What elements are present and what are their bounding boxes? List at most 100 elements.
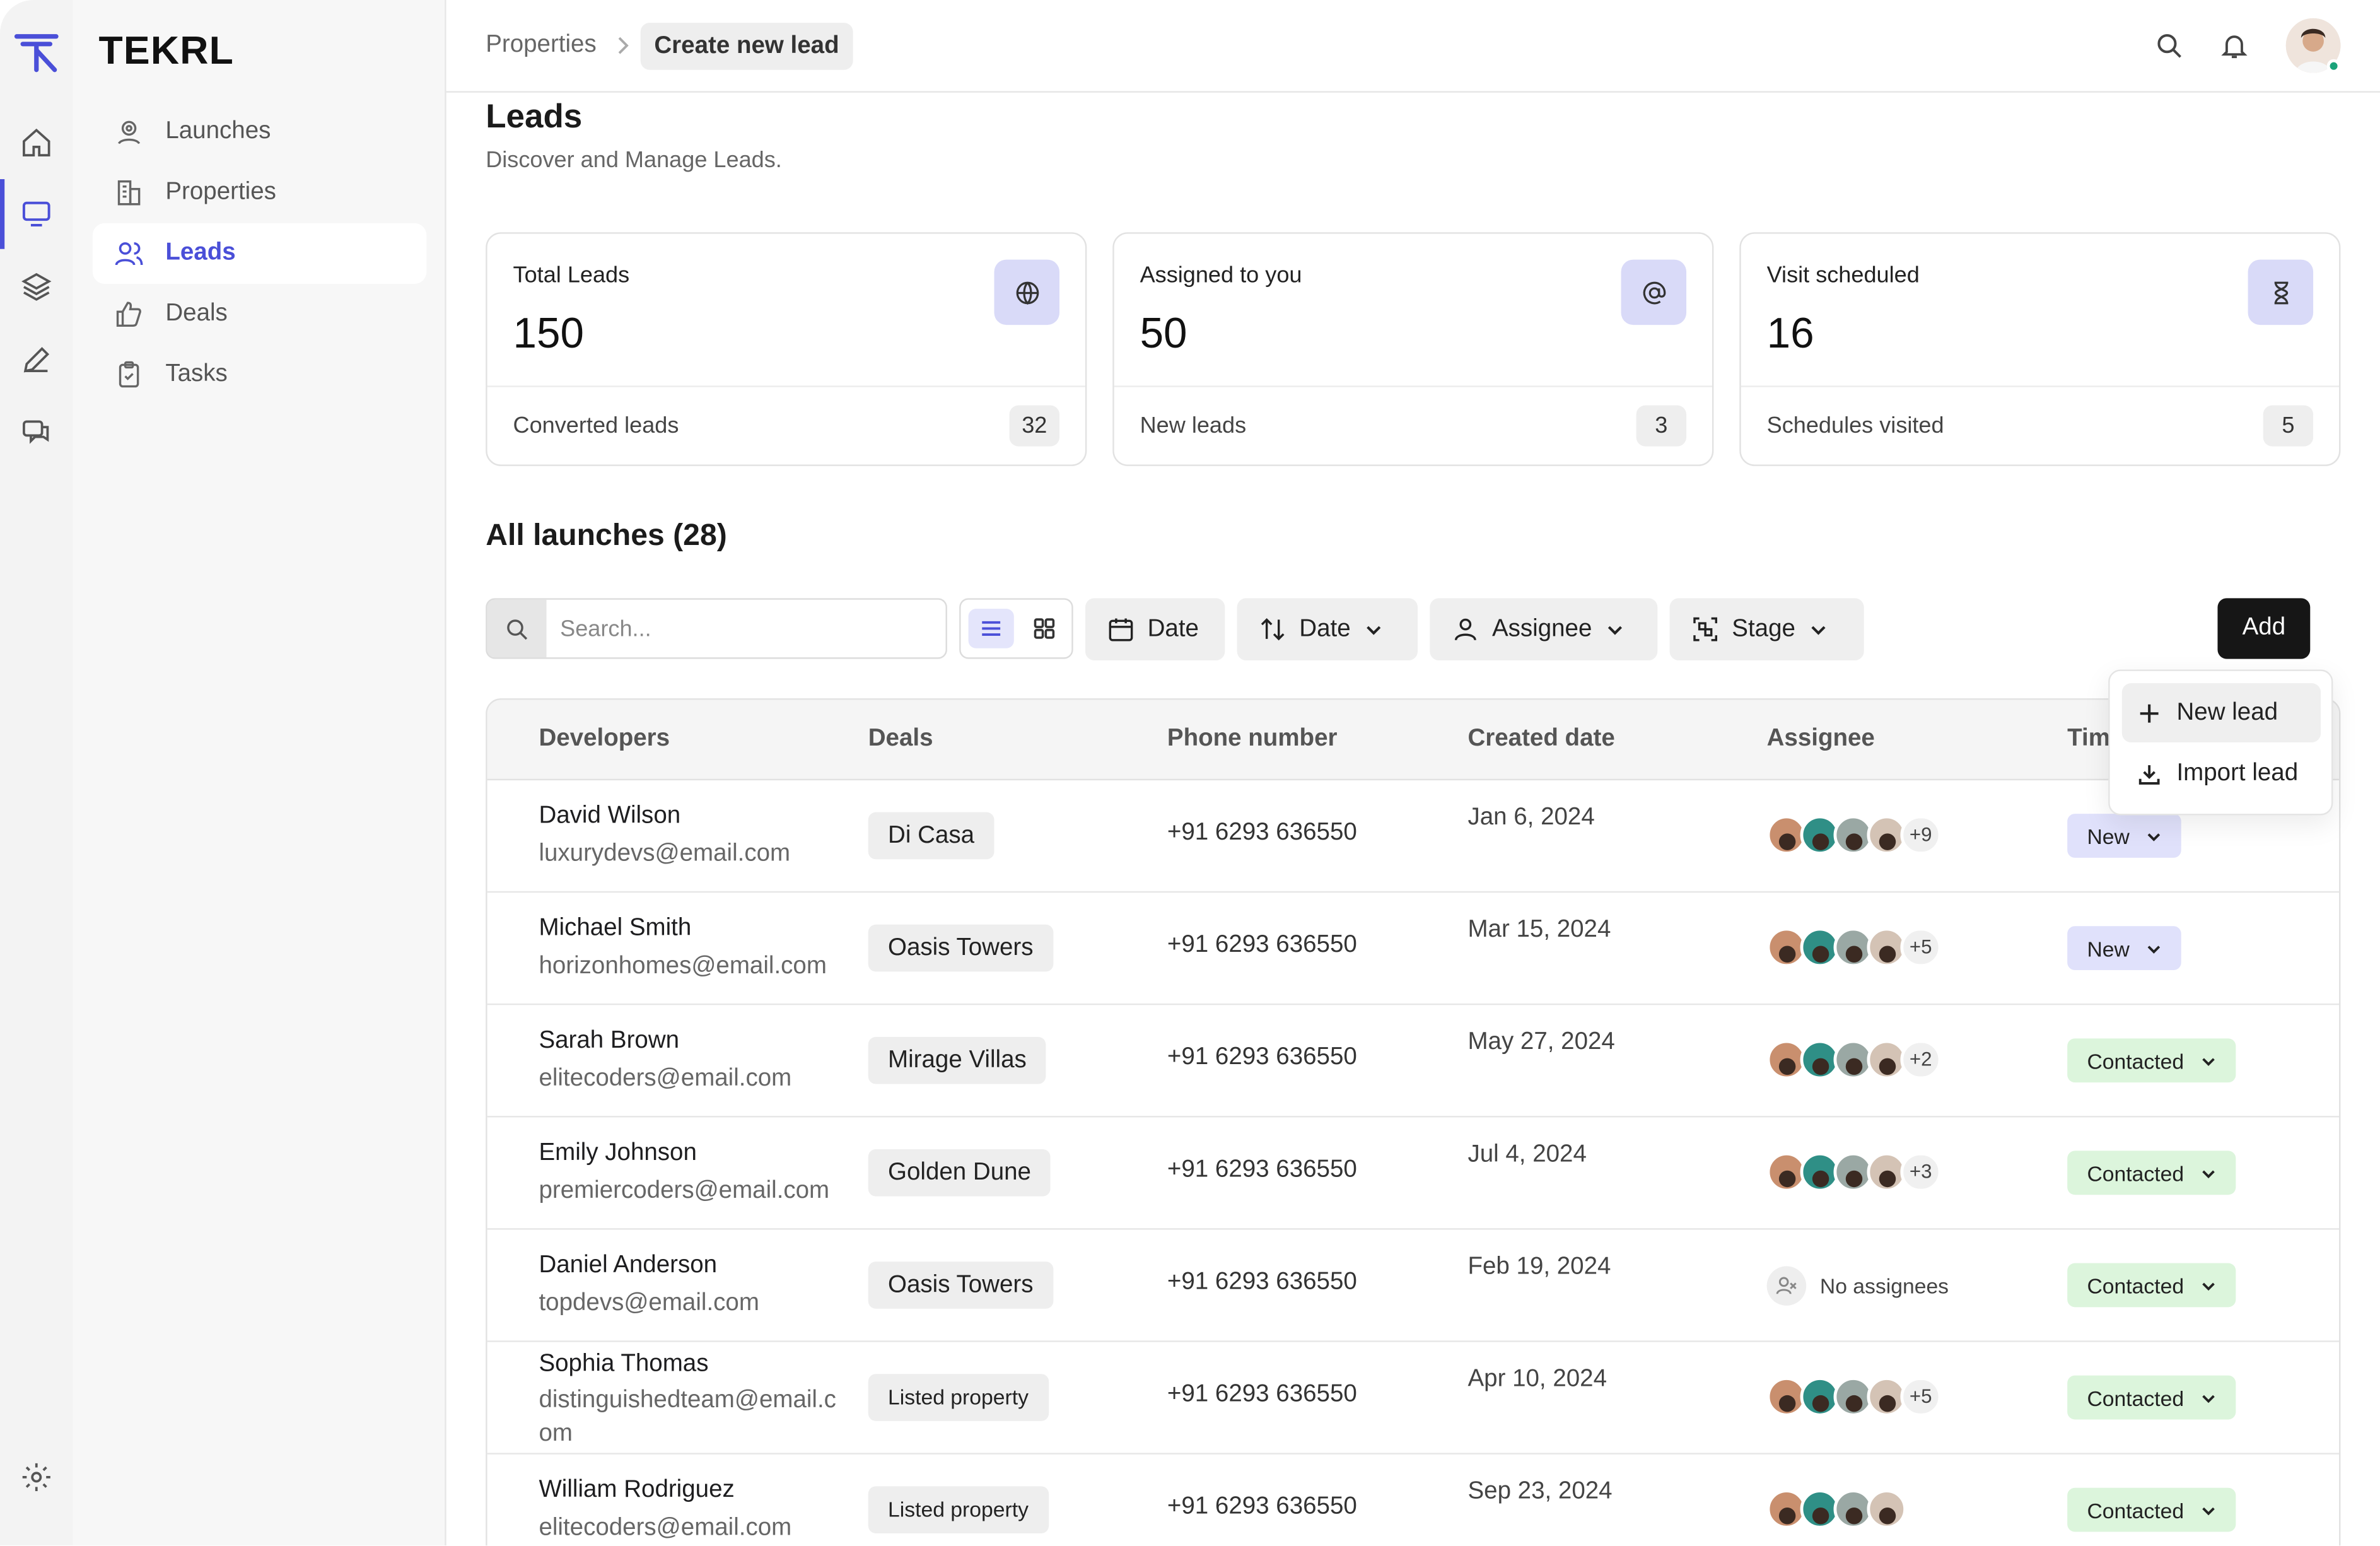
stage-dropdown[interactable]: Contacted <box>2067 1038 2236 1083</box>
chevron-down-icon <box>2202 1057 2215 1065</box>
table-row[interactable]: Michael Smith horizonhomes@email.com Oasis… <box>487 893 2340 1005</box>
column-header[interactable]: Tim <box>2067 725 2110 753</box>
stage-dropdown[interactable]: Contacted <box>2067 1487 2236 1532</box>
monitor-icon[interactable] <box>18 196 55 232</box>
list-view-button[interactable] <box>968 609 1014 648</box>
phone-number: +91 6293 636550 <box>1167 1269 1357 1296</box>
date-filter-button[interactable]: Date <box>1085 598 1225 660</box>
user-x-icon <box>1766 1266 1807 1306</box>
chevron-down-icon <box>1607 625 1622 635</box>
stage-dropdown[interactable]: Contacted <box>2067 1375 2236 1420</box>
column-header[interactable]: Developers <box>539 725 670 753</box>
sidebar-item-deals[interactable]: Deals <box>93 284 427 344</box>
search-icon[interactable] <box>2154 30 2184 61</box>
table-row[interactable]: William Rodriguez elitecoders@email.com Li… <box>487 1455 2339 1545</box>
sidebar-item-leads[interactable]: Leads <box>92 223 427 284</box>
column-header[interactable]: Assignee <box>1767 725 1875 753</box>
stat-footer-count: 32 <box>1009 405 1060 447</box>
developer-name: William Rodriguez <box>539 1477 735 1503</box>
developer-email: premiercoders@email.com <box>539 1178 830 1204</box>
created-date: Apr 10, 2024 <box>1467 1366 1607 1393</box>
chevron-down-icon <box>2202 1282 2215 1290</box>
sidebar-item-label: Tasks <box>165 361 228 387</box>
deal-badge[interactable]: Listed property <box>868 1486 1049 1533</box>
sidebar-item-tasks[interactable]: Tasks <box>93 344 427 405</box>
globe-icon <box>994 259 1060 325</box>
created-date: May 27, 2024 <box>1467 1029 1615 1055</box>
assignee-filter-label: Assignee <box>1491 615 1592 641</box>
deal-badge[interactable]: Di Casa <box>868 812 995 860</box>
grid-view-button[interactable] <box>1022 609 1067 648</box>
search-icon <box>487 599 547 658</box>
rail-active-indicator <box>0 179 5 249</box>
bell-icon[interactable] <box>2219 30 2249 61</box>
breadcrumb-parent[interactable]: Properties <box>486 32 597 59</box>
stage-dropdown[interactable]: Contacted <box>2067 1151 2236 1195</box>
chevron-right-icon <box>618 37 629 54</box>
more-assignees-count: +9 <box>1900 815 1941 855</box>
deal-badge[interactable]: Oasis Towers <box>868 924 1053 972</box>
deal-badge[interactable]: Golden Dune <box>868 1149 1051 1197</box>
stat-value: 16 <box>1766 310 1814 357</box>
home-icon[interactable] <box>18 124 55 161</box>
deal-badge[interactable]: Oasis Towers <box>868 1262 1053 1309</box>
column-header[interactable]: Phone number <box>1167 725 1338 753</box>
thumbs-up-icon <box>116 302 141 327</box>
developer-name: Sarah Brown <box>539 1028 680 1054</box>
stage-label: Contacted <box>2087 1048 2185 1073</box>
view-toggle <box>959 598 1073 659</box>
sidebar-item-label: Properties <box>165 179 276 205</box>
chevron-down-icon <box>2147 945 2161 953</box>
no-assignees[interactable]: No assignees <box>1766 1266 1949 1306</box>
stage-filter-button[interactable]: Stage <box>1669 598 1864 660</box>
table-row[interactable]: David Wilson luxurydevs@email.com Di Casa +… <box>487 780 2340 893</box>
stat-card-visits: Visit scheduled 16 Schedules visited 5 <box>1739 232 2341 466</box>
tekrl-logo-icon <box>14 34 59 73</box>
chat-icon[interactable] <box>18 414 55 451</box>
assignee-avatars[interactable]: +5 <box>1766 1376 1941 1418</box>
hourglass-icon <box>2248 259 2314 325</box>
stage-dropdown[interactable]: Contacted <box>2067 1263 2236 1308</box>
column-header[interactable]: Created date <box>1467 725 1614 753</box>
table-row[interactable]: Sophia Thomas distinguishedteam@email.com… <box>487 1342 2340 1455</box>
sidebar-item-launches[interactable]: Launches <box>93 102 427 162</box>
page-title: Leads <box>486 97 583 136</box>
phone-number: +91 6293 636550 <box>1167 1157 1357 1183</box>
chevron-down-icon <box>2147 833 2161 841</box>
stage-dropdown[interactable]: New <box>2067 926 2181 971</box>
stat-label: Visit scheduled <box>1766 262 1920 289</box>
chevron-down-icon <box>2202 1506 2215 1515</box>
add-menu: New lead Import lead <box>2108 669 2333 816</box>
settings-icon[interactable] <box>18 1459 55 1496</box>
table-row[interactable]: Daniel Anderson topdevs@email.com Oasis To… <box>487 1230 2340 1342</box>
search-input[interactable] <box>560 599 932 658</box>
column-header[interactable]: Deals <box>868 725 933 753</box>
table-row[interactable]: Sarah Brown elitecoders@email.com Mirage V… <box>487 1005 2340 1118</box>
assignee-filter-button[interactable]: Assignee <box>1430 598 1658 660</box>
stage-icon <box>1693 617 1718 641</box>
table-header: Developers Deals Phone number Created da… <box>487 700 2340 781</box>
developer-email: topdevs@email.com <box>539 1290 759 1316</box>
assignee-avatars[interactable]: +2 <box>1766 1038 1941 1080</box>
sort-date-button[interactable]: Date <box>1237 598 1418 660</box>
sidebar-item-properties[interactable]: Properties <box>93 163 427 223</box>
sidebar-item-label: Launches <box>165 118 271 144</box>
import-lead-menu-item[interactable]: Import lead <box>2122 744 2321 803</box>
assignee-avatars[interactable]: +9 <box>1766 814 1941 856</box>
map-pin-icon <box>118 120 141 144</box>
stat-card-total-leads: Total Leads 150 Converted leads 32 <box>486 232 1087 466</box>
deal-badge[interactable]: Listed property <box>868 1374 1049 1421</box>
layers-icon[interactable] <box>18 269 55 305</box>
new-lead-menu-item[interactable]: New lead <box>2121 683 2321 742</box>
created-date: Mar 15, 2024 <box>1467 916 1611 943</box>
assignee-avatars[interactable] <box>1766 1488 1907 1530</box>
table-row[interactable]: Emily Johnson premiercoders@email.com Gold… <box>487 1117 2340 1230</box>
pen-icon[interactable] <box>18 342 55 378</box>
developer-email: elitecoders@email.com <box>539 1515 792 1541</box>
add-button[interactable]: Add <box>2217 598 2311 659</box>
deal-badge[interactable]: Mirage Villas <box>868 1036 1047 1084</box>
assignee-avatars[interactable]: +5 <box>1766 926 1941 968</box>
assignee-avatars[interactable]: +3 <box>1766 1151 1941 1193</box>
created-date: Sep 23, 2024 <box>1467 1479 1613 1505</box>
stage-dropdown[interactable]: New <box>2067 814 2181 858</box>
